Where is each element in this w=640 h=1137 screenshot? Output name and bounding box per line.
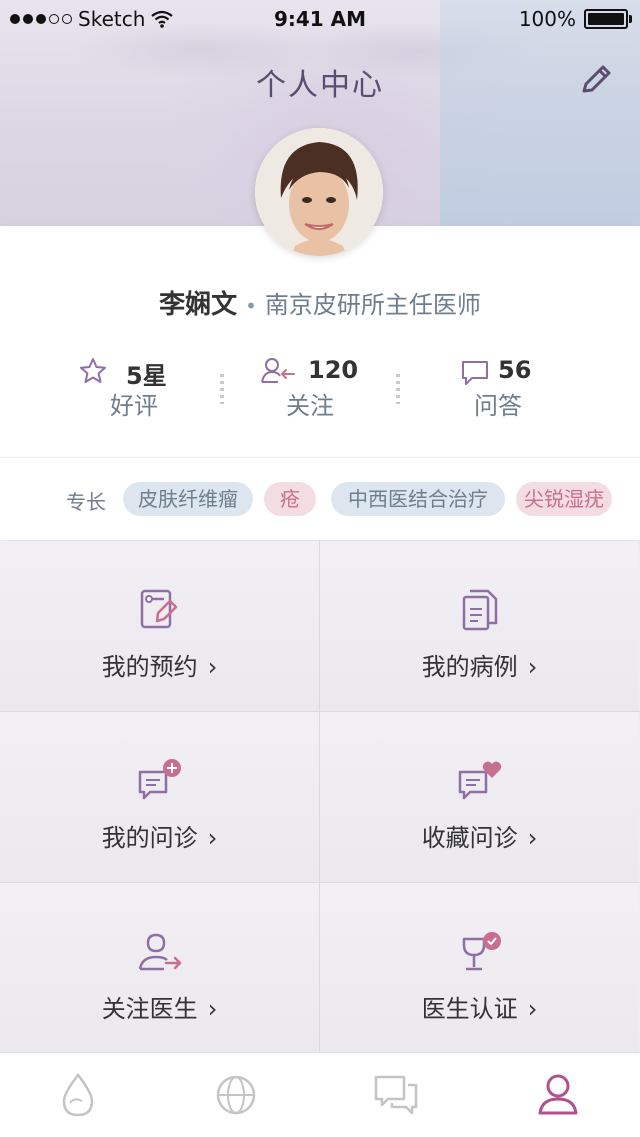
consultation-favorite-icon	[458, 761, 501, 800]
status-bar: Sketch 9:41 AM 100%	[0, 0, 640, 40]
profile-icon	[538, 1074, 578, 1115]
doctor-title: 南京皮研所主任医师	[264, 291, 481, 319]
avatar[interactable]	[255, 128, 383, 256]
menu-label: 我的问诊 ›	[101, 824, 218, 852]
menu-label: 我的病例 ›	[421, 653, 538, 681]
menu-label: 我的预约 ›	[101, 653, 218, 681]
status-right: 100%	[518, 7, 632, 31]
battery-icon	[584, 9, 632, 29]
profile-divider	[0, 457, 640, 458]
doctor-certification-icon	[462, 932, 501, 971]
menu-my-cases[interactable]: 我的病例 ›	[320, 541, 639, 711]
chat-bubble-icon	[462, 361, 488, 385]
menu-my-consultations[interactable]: 我的问诊 ›	[0, 712, 319, 882]
chat-icon	[374, 1075, 418, 1115]
stat-divider	[220, 374, 224, 404]
menu-label: 关注医生 ›	[101, 995, 218, 1023]
tab-home[interactable]	[54, 1071, 102, 1119]
battery-percent: 100%	[518, 7, 576, 31]
stat-qa[interactable]: 56 问答	[460, 356, 560, 420]
tab-profile[interactable]	[534, 1071, 582, 1119]
tab-messages[interactable]	[372, 1071, 420, 1119]
menu-label: 收藏问诊 ›	[421, 824, 538, 852]
consultation-add-icon	[138, 759, 181, 800]
avatar-image	[255, 128, 383, 256]
stat-rating-label: 好评	[110, 392, 158, 420]
grid-divider	[319, 540, 320, 1052]
stat-divider	[396, 374, 400, 404]
doctor-name: 李娴文	[159, 290, 238, 320]
grid-divider	[0, 882, 640, 883]
menu-label: 医生认证 ›	[421, 995, 538, 1023]
page-title: 个人中心	[256, 68, 384, 103]
menu-my-appointments[interactable]: 我的预约 ›	[0, 541, 319, 711]
follow-user-icon	[261, 358, 295, 383]
menu-favorite-consultations[interactable]: 收藏问诊 ›	[320, 712, 639, 882]
pencil-icon	[582, 65, 611, 93]
name-separator: •	[245, 294, 257, 318]
appointment-icon	[140, 589, 177, 629]
stat-rating[interactable]: 5星 好评	[78, 356, 188, 420]
specialty-tag[interactable]: 中西医结合治疗	[331, 482, 505, 516]
stat-follow[interactable]: 120 关注	[260, 356, 370, 420]
tab-discover[interactable]	[212, 1071, 260, 1119]
edit-button[interactable]	[576, 60, 616, 100]
specialty-label: 专长	[66, 490, 106, 514]
menu-followed-doctors[interactable]: 关注医生 ›	[0, 883, 319, 1053]
document-icon	[462, 589, 497, 631]
tab-bar	[0, 1052, 640, 1137]
globe-icon	[216, 1075, 256, 1115]
stat-qa-value: 56	[498, 356, 532, 384]
doctor-info: 李娴文 • 南京皮研所主任医师	[0, 284, 640, 321]
star-icon	[80, 358, 106, 383]
follow-doctor-icon	[138, 933, 181, 971]
specialty-tag[interactable]: 疮	[264, 482, 316, 516]
specialty-tag[interactable]: 尖锐湿疣	[516, 482, 612, 516]
specialty-tag[interactable]: 皮肤纤维瘤	[123, 482, 253, 516]
drop-icon	[62, 1072, 94, 1117]
stat-follow-value: 120	[308, 356, 359, 384]
stat-follow-label: 关注	[286, 392, 334, 420]
grid-divider	[0, 711, 640, 712]
menu-doctor-certification[interactable]: 医生认证 ›	[320, 883, 639, 1053]
stat-qa-label: 问答	[474, 392, 522, 420]
